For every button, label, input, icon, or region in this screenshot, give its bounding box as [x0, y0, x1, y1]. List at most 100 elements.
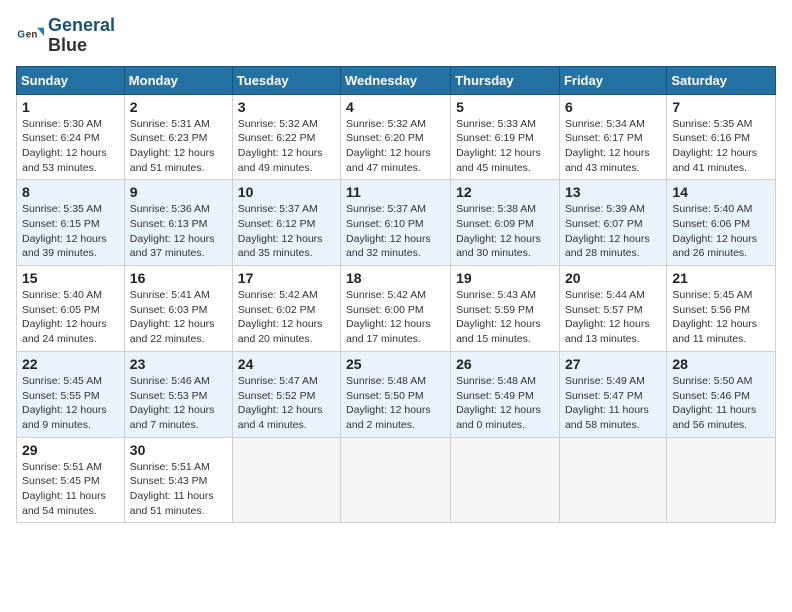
calendar-cell [667, 437, 776, 523]
calendar-cell: 13 Sunrise: 5:39 AMSunset: 6:07 PMDaylig… [559, 180, 666, 266]
day-detail: Sunrise: 5:37 AMSunset: 6:10 PMDaylight:… [346, 202, 445, 261]
day-number: 20 [565, 270, 661, 286]
calendar-cell: 22 Sunrise: 5:45 AMSunset: 5:55 PMDaylig… [17, 351, 125, 437]
calendar-cell: 21 Sunrise: 5:45 AMSunset: 5:56 PMDaylig… [667, 266, 776, 352]
day-detail: Sunrise: 5:36 AMSunset: 6:13 PMDaylight:… [130, 202, 227, 261]
day-number: 28 [672, 356, 770, 372]
calendar-cell: 5 Sunrise: 5:33 AMSunset: 6:19 PMDayligh… [451, 94, 560, 180]
day-number: 2 [130, 99, 227, 115]
column-header-monday: Monday [124, 66, 232, 94]
calendar-cell: 27 Sunrise: 5:49 AMSunset: 5:47 PMDaylig… [559, 351, 666, 437]
day-number: 7 [672, 99, 770, 115]
day-number: 1 [22, 99, 119, 115]
day-number: 29 [22, 442, 119, 458]
logo-text-line2: Blue [48, 36, 115, 56]
week-row-1: 1 Sunrise: 5:30 AMSunset: 6:24 PMDayligh… [17, 94, 776, 180]
week-row-4: 22 Sunrise: 5:45 AMSunset: 5:55 PMDaylig… [17, 351, 776, 437]
calendar-cell: 11 Sunrise: 5:37 AMSunset: 6:10 PMDaylig… [341, 180, 451, 266]
day-number: 18 [346, 270, 445, 286]
column-header-tuesday: Tuesday [232, 66, 340, 94]
column-header-sunday: Sunday [17, 66, 125, 94]
day-detail: Sunrise: 5:33 AMSunset: 6:19 PMDaylight:… [456, 117, 554, 176]
day-number: 21 [672, 270, 770, 286]
column-header-wednesday: Wednesday [341, 66, 451, 94]
calendar-cell: 4 Sunrise: 5:32 AMSunset: 6:20 PMDayligh… [341, 94, 451, 180]
day-number: 24 [238, 356, 335, 372]
day-number: 9 [130, 184, 227, 200]
day-number: 8 [22, 184, 119, 200]
calendar-cell: 2 Sunrise: 5:31 AMSunset: 6:23 PMDayligh… [124, 94, 232, 180]
day-detail: Sunrise: 5:42 AMSunset: 6:00 PMDaylight:… [346, 288, 445, 347]
calendar-cell: 14 Sunrise: 5:40 AMSunset: 6:06 PMDaylig… [667, 180, 776, 266]
day-number: 25 [346, 356, 445, 372]
day-detail: Sunrise: 5:48 AMSunset: 5:49 PMDaylight:… [456, 374, 554, 433]
header-row: SundayMondayTuesdayWednesdayThursdayFrid… [17, 66, 776, 94]
day-detail: Sunrise: 5:37 AMSunset: 6:12 PMDaylight:… [238, 202, 335, 261]
day-number: 5 [456, 99, 554, 115]
day-number: 15 [22, 270, 119, 286]
calendar-table: SundayMondayTuesdayWednesdayThursdayFrid… [16, 66, 776, 524]
calendar-cell [232, 437, 340, 523]
calendar-cell: 15 Sunrise: 5:40 AMSunset: 6:05 PMDaylig… [17, 266, 125, 352]
calendar-cell: 9 Sunrise: 5:36 AMSunset: 6:13 PMDayligh… [124, 180, 232, 266]
day-detail: Sunrise: 5:47 AMSunset: 5:52 PMDaylight:… [238, 374, 335, 433]
column-header-friday: Friday [559, 66, 666, 94]
logo: G e n General Blue [16, 16, 115, 56]
week-row-3: 15 Sunrise: 5:40 AMSunset: 6:05 PMDaylig… [17, 266, 776, 352]
day-number: 6 [565, 99, 661, 115]
calendar-cell: 29 Sunrise: 5:51 AMSunset: 5:45 PMDaylig… [17, 437, 125, 523]
day-detail: Sunrise: 5:50 AMSunset: 5:46 PMDaylight:… [672, 374, 770, 433]
day-detail: Sunrise: 5:49 AMSunset: 5:47 PMDaylight:… [565, 374, 661, 433]
day-detail: Sunrise: 5:30 AMSunset: 6:24 PMDaylight:… [22, 117, 119, 176]
logo-text-line1: General [48, 16, 115, 36]
day-detail: Sunrise: 5:38 AMSunset: 6:09 PMDaylight:… [456, 202, 554, 261]
day-number: 27 [565, 356, 661, 372]
day-detail: Sunrise: 5:44 AMSunset: 5:57 PMDaylight:… [565, 288, 661, 347]
day-number: 30 [130, 442, 227, 458]
day-number: 22 [22, 356, 119, 372]
day-number: 3 [238, 99, 335, 115]
calendar-cell: 3 Sunrise: 5:32 AMSunset: 6:22 PMDayligh… [232, 94, 340, 180]
calendar-cell: 25 Sunrise: 5:48 AMSunset: 5:50 PMDaylig… [341, 351, 451, 437]
logo-icon: G e n [16, 22, 44, 50]
page-header: G e n General Blue [16, 16, 776, 56]
day-detail: Sunrise: 5:43 AMSunset: 5:59 PMDaylight:… [456, 288, 554, 347]
calendar-cell: 30 Sunrise: 5:51 AMSunset: 5:43 PMDaylig… [124, 437, 232, 523]
day-number: 26 [456, 356, 554, 372]
day-number: 13 [565, 184, 661, 200]
week-row-5: 29 Sunrise: 5:51 AMSunset: 5:45 PMDaylig… [17, 437, 776, 523]
day-number: 12 [456, 184, 554, 200]
day-detail: Sunrise: 5:31 AMSunset: 6:23 PMDaylight:… [130, 117, 227, 176]
calendar-cell: 19 Sunrise: 5:43 AMSunset: 5:59 PMDaylig… [451, 266, 560, 352]
calendar-cell [451, 437, 560, 523]
day-detail: Sunrise: 5:51 AMSunset: 5:43 PMDaylight:… [130, 460, 227, 519]
calendar-cell: 17 Sunrise: 5:42 AMSunset: 6:02 PMDaylig… [232, 266, 340, 352]
day-number: 23 [130, 356, 227, 372]
day-detail: Sunrise: 5:35 AMSunset: 6:16 PMDaylight:… [672, 117, 770, 176]
day-detail: Sunrise: 5:32 AMSunset: 6:22 PMDaylight:… [238, 117, 335, 176]
calendar-cell [559, 437, 666, 523]
day-detail: Sunrise: 5:35 AMSunset: 6:15 PMDaylight:… [22, 202, 119, 261]
week-row-2: 8 Sunrise: 5:35 AMSunset: 6:15 PMDayligh… [17, 180, 776, 266]
day-detail: Sunrise: 5:48 AMSunset: 5:50 PMDaylight:… [346, 374, 445, 433]
day-detail: Sunrise: 5:40 AMSunset: 6:06 PMDaylight:… [672, 202, 770, 261]
day-detail: Sunrise: 5:39 AMSunset: 6:07 PMDaylight:… [565, 202, 661, 261]
day-detail: Sunrise: 5:34 AMSunset: 6:17 PMDaylight:… [565, 117, 661, 176]
svg-text:G: G [17, 29, 25, 40]
calendar-cell [341, 437, 451, 523]
calendar-cell: 18 Sunrise: 5:42 AMSunset: 6:00 PMDaylig… [341, 266, 451, 352]
day-detail: Sunrise: 5:42 AMSunset: 6:02 PMDaylight:… [238, 288, 335, 347]
day-detail: Sunrise: 5:32 AMSunset: 6:20 PMDaylight:… [346, 117, 445, 176]
day-detail: Sunrise: 5:41 AMSunset: 6:03 PMDaylight:… [130, 288, 227, 347]
svg-text:n: n [31, 29, 37, 40]
calendar-cell: 23 Sunrise: 5:46 AMSunset: 5:53 PMDaylig… [124, 351, 232, 437]
calendar-cell: 24 Sunrise: 5:47 AMSunset: 5:52 PMDaylig… [232, 351, 340, 437]
calendar-cell: 20 Sunrise: 5:44 AMSunset: 5:57 PMDaylig… [559, 266, 666, 352]
day-detail: Sunrise: 5:45 AMSunset: 5:55 PMDaylight:… [22, 374, 119, 433]
calendar-cell: 8 Sunrise: 5:35 AMSunset: 6:15 PMDayligh… [17, 180, 125, 266]
day-number: 4 [346, 99, 445, 115]
day-detail: Sunrise: 5:45 AMSunset: 5:56 PMDaylight:… [672, 288, 770, 347]
calendar-cell: 28 Sunrise: 5:50 AMSunset: 5:46 PMDaylig… [667, 351, 776, 437]
day-number: 19 [456, 270, 554, 286]
day-number: 17 [238, 270, 335, 286]
